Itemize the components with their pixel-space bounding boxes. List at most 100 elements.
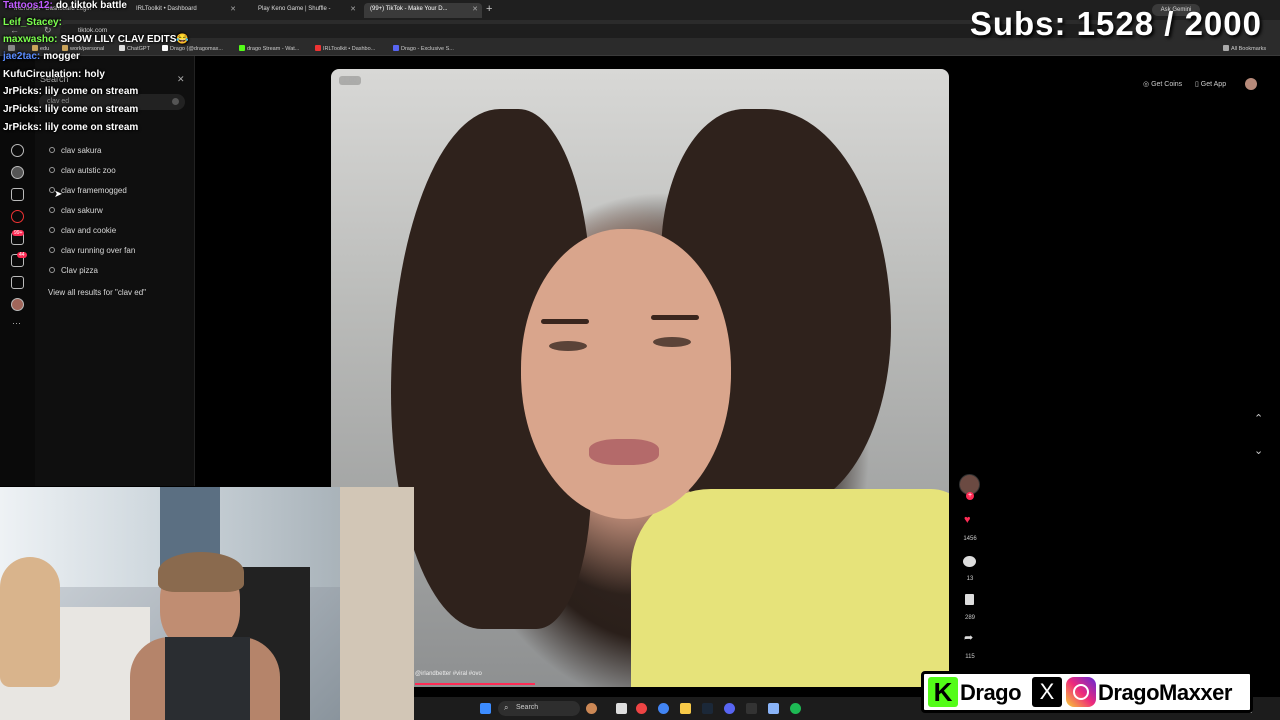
- chat-text: SHOW LILY CLAV EDITS😂: [60, 34, 189, 45]
- chatgpt-icon: [119, 45, 125, 51]
- video-subject-sweater: [631, 489, 949, 687]
- instagram-logo-icon: [1066, 677, 1096, 707]
- close-icon[interactable]: ✕: [230, 5, 236, 13]
- tab-label: Play Keno Game | Shuffle -: [258, 6, 331, 12]
- webcam-overlay: [0, 487, 414, 720]
- eye: [653, 337, 691, 347]
- suggestion-item[interactable]: clav and cookie: [49, 226, 116, 235]
- widgets-icon[interactable]: [586, 703, 597, 714]
- search-icon: [49, 267, 55, 273]
- suggestion-item[interactable]: Clav pizza: [49, 266, 98, 275]
- bookmark-chatgpt[interactable]: ChatGPT: [119, 45, 150, 52]
- following-icon[interactable]: [11, 188, 24, 201]
- chat-text: lily come on stream: [44, 104, 139, 115]
- search-icon: ⌕: [504, 703, 509, 712]
- chat-username: JrPicks:: [3, 122, 42, 133]
- chat-message: jae2tac: mogger: [3, 51, 80, 62]
- chevron-up-icon[interactable]: ⌃: [1254, 412, 1263, 425]
- get-coins-button[interactable]: ◎ Get Coins: [1143, 80, 1182, 88]
- comment-count: 13: [966, 576, 974, 582]
- get-app-button[interactable]: ▯ Get App: [1195, 80, 1226, 88]
- obs-icon[interactable]: [636, 703, 647, 714]
- suggestion-item[interactable]: clav sakura: [49, 146, 101, 155]
- video-progress-bar[interactable]: [415, 683, 535, 685]
- search-icon: [49, 147, 55, 153]
- save-count: 289: [964, 615, 975, 621]
- suggestion-label: Clav pizza: [61, 266, 98, 275]
- taskbar-search[interactable]: ⌕ Search: [498, 701, 580, 716]
- close-icon[interactable]: ✕: [177, 74, 185, 85]
- chat-text: lily come on stream: [44, 86, 139, 97]
- suggestion-item[interactable]: clav sakurw: [49, 206, 103, 215]
- windows-start-icon[interactable]: [480, 703, 491, 714]
- chat-message: Leif_Stacey:: [3, 17, 65, 28]
- view-all-label: View all results for "clav ed": [48, 288, 147, 297]
- tab-irltoolkit-dashboard[interactable]: IRLToolkit • Dashboard ✕: [130, 3, 240, 18]
- file-explorer-icon[interactable]: [680, 703, 691, 714]
- url-input[interactable]: tiktok.com: [60, 24, 1110, 38]
- suggestion-label: clav running over fan: [61, 246, 136, 255]
- avatar[interactable]: [1245, 78, 1257, 90]
- eye: [549, 341, 587, 351]
- view-all-results-link[interactable]: View all results for "clav ed": [48, 288, 146, 297]
- explore-icon[interactable]: [11, 144, 24, 157]
- bookmark-drago-x[interactable]: Drago (@dragomax...: [162, 45, 223, 52]
- share-icon[interactable]: ➦: [964, 631, 973, 644]
- irltoolkit-icon: [315, 45, 321, 51]
- webcam-person: [0, 557, 60, 687]
- steam-icon[interactable]: [702, 703, 713, 714]
- discord-icon: [393, 45, 399, 51]
- clear-icon[interactable]: [172, 98, 179, 105]
- heart-icon[interactable]: ♥: [964, 514, 971, 526]
- instagram-handle: DragoMaxxer: [1098, 680, 1232, 705]
- more-icon[interactable]: ···: [12, 318, 21, 328]
- terminal-icon[interactable]: [746, 703, 757, 714]
- bookmark-icon[interactable]: [965, 594, 974, 605]
- close-icon[interactable]: ✕: [350, 5, 356, 13]
- x-logo-icon: X: [1032, 677, 1062, 707]
- suggestion-label: clav sakurw: [61, 206, 103, 215]
- chat-username: KufuCirculation:: [3, 69, 82, 80]
- chrome-icon[interactable]: [658, 703, 669, 714]
- chat-message: Tattoos12: do tiktok battle: [3, 0, 127, 11]
- search-icon: [49, 227, 55, 233]
- all-bookmarks[interactable]: All Bookmarks: [1223, 45, 1266, 52]
- close-icon[interactable]: ✕: [472, 5, 478, 13]
- activity-badge: 99+: [12, 230, 25, 236]
- bookmark-drago-stream[interactable]: drago Stream - Wat...: [239, 45, 299, 52]
- url-text: tiktok.com: [78, 27, 108, 34]
- suggestion-item[interactable]: clav running over fan: [49, 246, 135, 255]
- tab-tiktok[interactable]: (99+) TikTok - Make Your D... ✕: [364, 3, 482, 18]
- chat-text: holy: [84, 69, 105, 80]
- video-timestamp: 1:00: [339, 76, 361, 85]
- chevron-down-icon[interactable]: ⌄: [1254, 444, 1263, 457]
- new-tab-button[interactable]: +: [486, 3, 492, 15]
- task-view-icon[interactable]: [616, 703, 627, 714]
- bookmark-label: All Bookmarks: [1231, 46, 1267, 52]
- video-subject-face: [521, 229, 731, 519]
- suggestion-label: clav sakura: [61, 146, 102, 155]
- follow-plus-icon[interactable]: +: [966, 492, 974, 500]
- live-icon[interactable]: [11, 166, 24, 179]
- inbox-badge: 44: [17, 252, 27, 258]
- folder-icon: [1223, 45, 1229, 51]
- spotify-icon[interactable]: [790, 703, 801, 714]
- bookmark-drago-exclusive[interactable]: Drago - Exclusive S...: [393, 45, 454, 52]
- social-handles-banner: K Drago X DragoMaxxer: [921, 671, 1253, 713]
- brow: [541, 319, 589, 324]
- chat-message: JrPicks: lily come on stream: [3, 86, 138, 97]
- bookmark-label: IRLToolkit • Dashbo...: [323, 46, 376, 52]
- friends-icon[interactable]: [11, 210, 24, 223]
- tab-label: (99+) TikTok - Make Your D...: [370, 6, 448, 12]
- chat-message: maxwasho: SHOW LILY CLAV EDITS😂: [3, 34, 189, 45]
- upload-icon[interactable]: [11, 276, 24, 289]
- bookmark-irltoolkit[interactable]: IRLToolkit • Dashbo...: [315, 45, 375, 52]
- profile-avatar[interactable]: [11, 298, 24, 311]
- tab-keno[interactable]: Play Keno Game | Shuffle - ✕: [252, 3, 360, 18]
- search-icon: [49, 207, 55, 213]
- suggestion-item[interactable]: clav autstic zoo: [49, 166, 116, 175]
- comment-icon[interactable]: [963, 556, 976, 567]
- video-player[interactable]: 1:00 @irlandbetter #viral #ovo: [331, 69, 949, 687]
- discord-icon[interactable]: [724, 703, 735, 714]
- notepad-icon[interactable]: [768, 703, 779, 714]
